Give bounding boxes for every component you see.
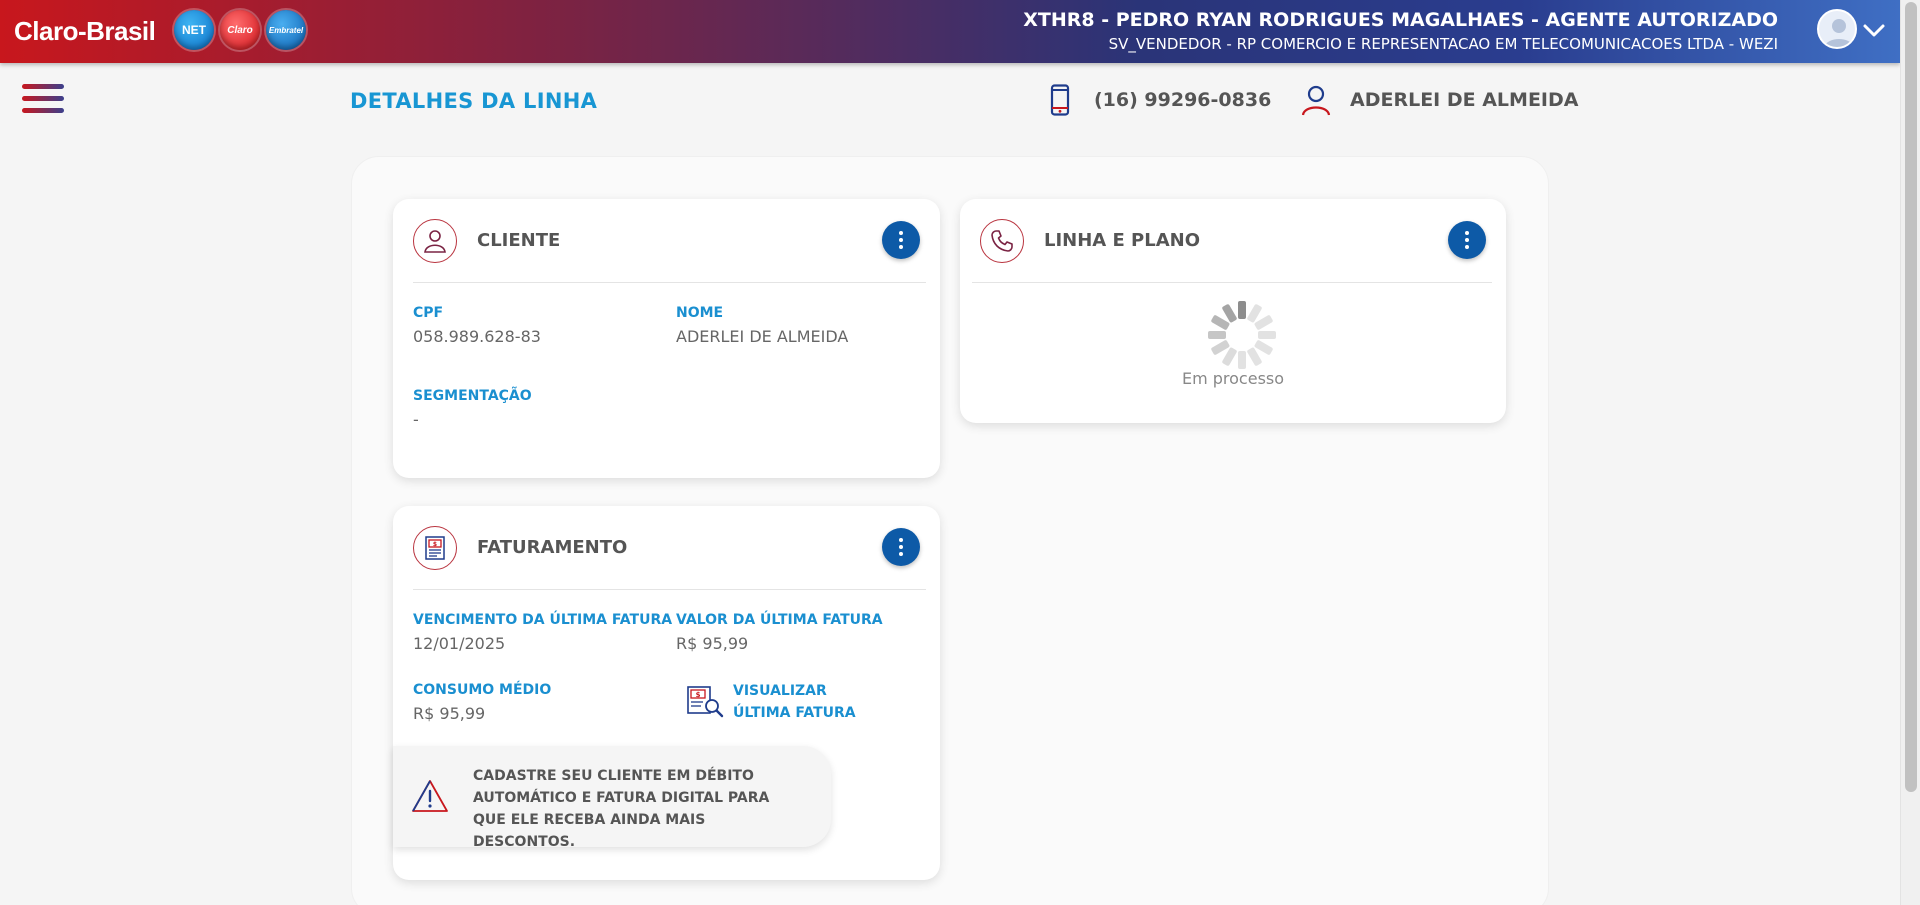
valor-label: VALOR DA ÚLTIMA FATURA	[676, 612, 883, 628]
user-avatar-icon[interactable]	[1817, 9, 1857, 49]
segmentacao-label: SEGMENTAÇÃO	[413, 388, 532, 404]
scrollbar-thumb[interactable]	[1905, 2, 1917, 792]
divider	[413, 589, 926, 590]
consumo-label: CONSUMO MÉDIO	[413, 682, 552, 698]
claro-logo: Claro	[220, 10, 260, 50]
nome-value: ADERLEI DE ALMEIDA	[676, 327, 849, 346]
brand-logos: NET Claro Embratel	[174, 10, 306, 50]
view-last-invoice-label[interactable]: VISUALIZAR ÚLTIMA FATURA	[733, 680, 883, 724]
linha-plano-card-title: LINHA E PLANO	[1044, 230, 1201, 251]
faturamento-card: $ FATURAMENTO VENCIMENTO DA ÚLTIMA FATUR…	[393, 506, 940, 880]
person-icon	[1301, 85, 1331, 116]
vencimento-value: 12/01/2025	[413, 634, 506, 653]
divider	[972, 282, 1492, 283]
cpf-value: 058.989.628-83	[413, 327, 541, 346]
valor-value: R$ 95,99	[676, 634, 749, 653]
consumo-value: R$ 95,99	[413, 704, 486, 723]
brand-logo[interactable]: Claro-Brasil	[14, 16, 156, 47]
svg-text:$: $	[696, 691, 701, 699]
invoice-icon: $	[413, 526, 457, 570]
linha-plano-more-options-button[interactable]	[1448, 221, 1486, 259]
scrollbar[interactable]	[1900, 0, 1920, 905]
loading-status-text: Em processo	[1181, 369, 1285, 388]
user-icon	[413, 219, 457, 263]
linha-plano-card: LINHA E PLANO Em processo	[960, 199, 1506, 423]
customer-name: ADERLEI DE ALMEIDA	[1350, 89, 1579, 111]
top-bar: Claro-Brasil NET Claro Embratel XTHR8 - …	[0, 0, 1900, 63]
linha-plano-card-header: LINHA E PLANO	[960, 199, 1506, 283]
loading-spinner-icon	[1208, 301, 1276, 369]
embratel-logo: Embratel	[266, 10, 306, 50]
cliente-card-title: CLIENTE	[477, 230, 561, 251]
divider	[413, 282, 926, 283]
page-title: DETALHES DA LINHA	[350, 89, 598, 113]
debit-promo-text: CADASTRE SEU CLIENTE EM DÉBITO AUTOMÁTIC…	[473, 768, 770, 850]
vencimento-label: VENCIMENTO DA ÚLTIMA FATURA	[413, 612, 673, 628]
main-panel: CLIENTE CPF 058.989.628-83 NOME ADERLEI …	[351, 156, 1549, 905]
faturamento-more-options-button[interactable]	[882, 528, 920, 566]
cliente-card: CLIENTE CPF 058.989.628-83 NOME ADERLEI …	[393, 199, 940, 478]
svg-text:$: $	[433, 541, 437, 548]
view-last-invoice-link[interactable]: $ VISUALIZAR ÚLTIMA FATURA	[685, 680, 875, 726]
invoice-search-icon: $	[687, 686, 724, 718]
warning-icon	[412, 780, 448, 812]
hamburger-menu-icon[interactable]	[22, 84, 64, 120]
line-phone-number: (16) 99296-0836	[1094, 89, 1272, 111]
segmentacao-value: -	[413, 410, 419, 429]
nome-label: NOME	[676, 305, 724, 321]
cliente-card-header: CLIENTE	[393, 199, 940, 283]
mobile-phone-icon	[1050, 84, 1070, 116]
cpf-label: CPF	[413, 305, 444, 321]
user-info-company: SV_VENDEDOR - RP COMERCIO E REPRESENTACA…	[1108, 35, 1778, 53]
user-info-name: XTHR8 - PEDRO RYAN RODRIGUES MAGALHAES -…	[1023, 9, 1778, 31]
net-logo: NET	[174, 10, 214, 50]
faturamento-card-title: FATURAMENTO	[477, 537, 628, 558]
debit-promo-alert: CADASTRE SEU CLIENTE EM DÉBITO AUTOMÁTIC…	[393, 746, 831, 850]
phone-call-icon	[980, 219, 1024, 263]
faturamento-card-header: $ FATURAMENTO	[393, 506, 940, 590]
chevron-down-icon[interactable]	[1862, 18, 1886, 42]
cliente-more-options-button[interactable]	[882, 221, 920, 259]
